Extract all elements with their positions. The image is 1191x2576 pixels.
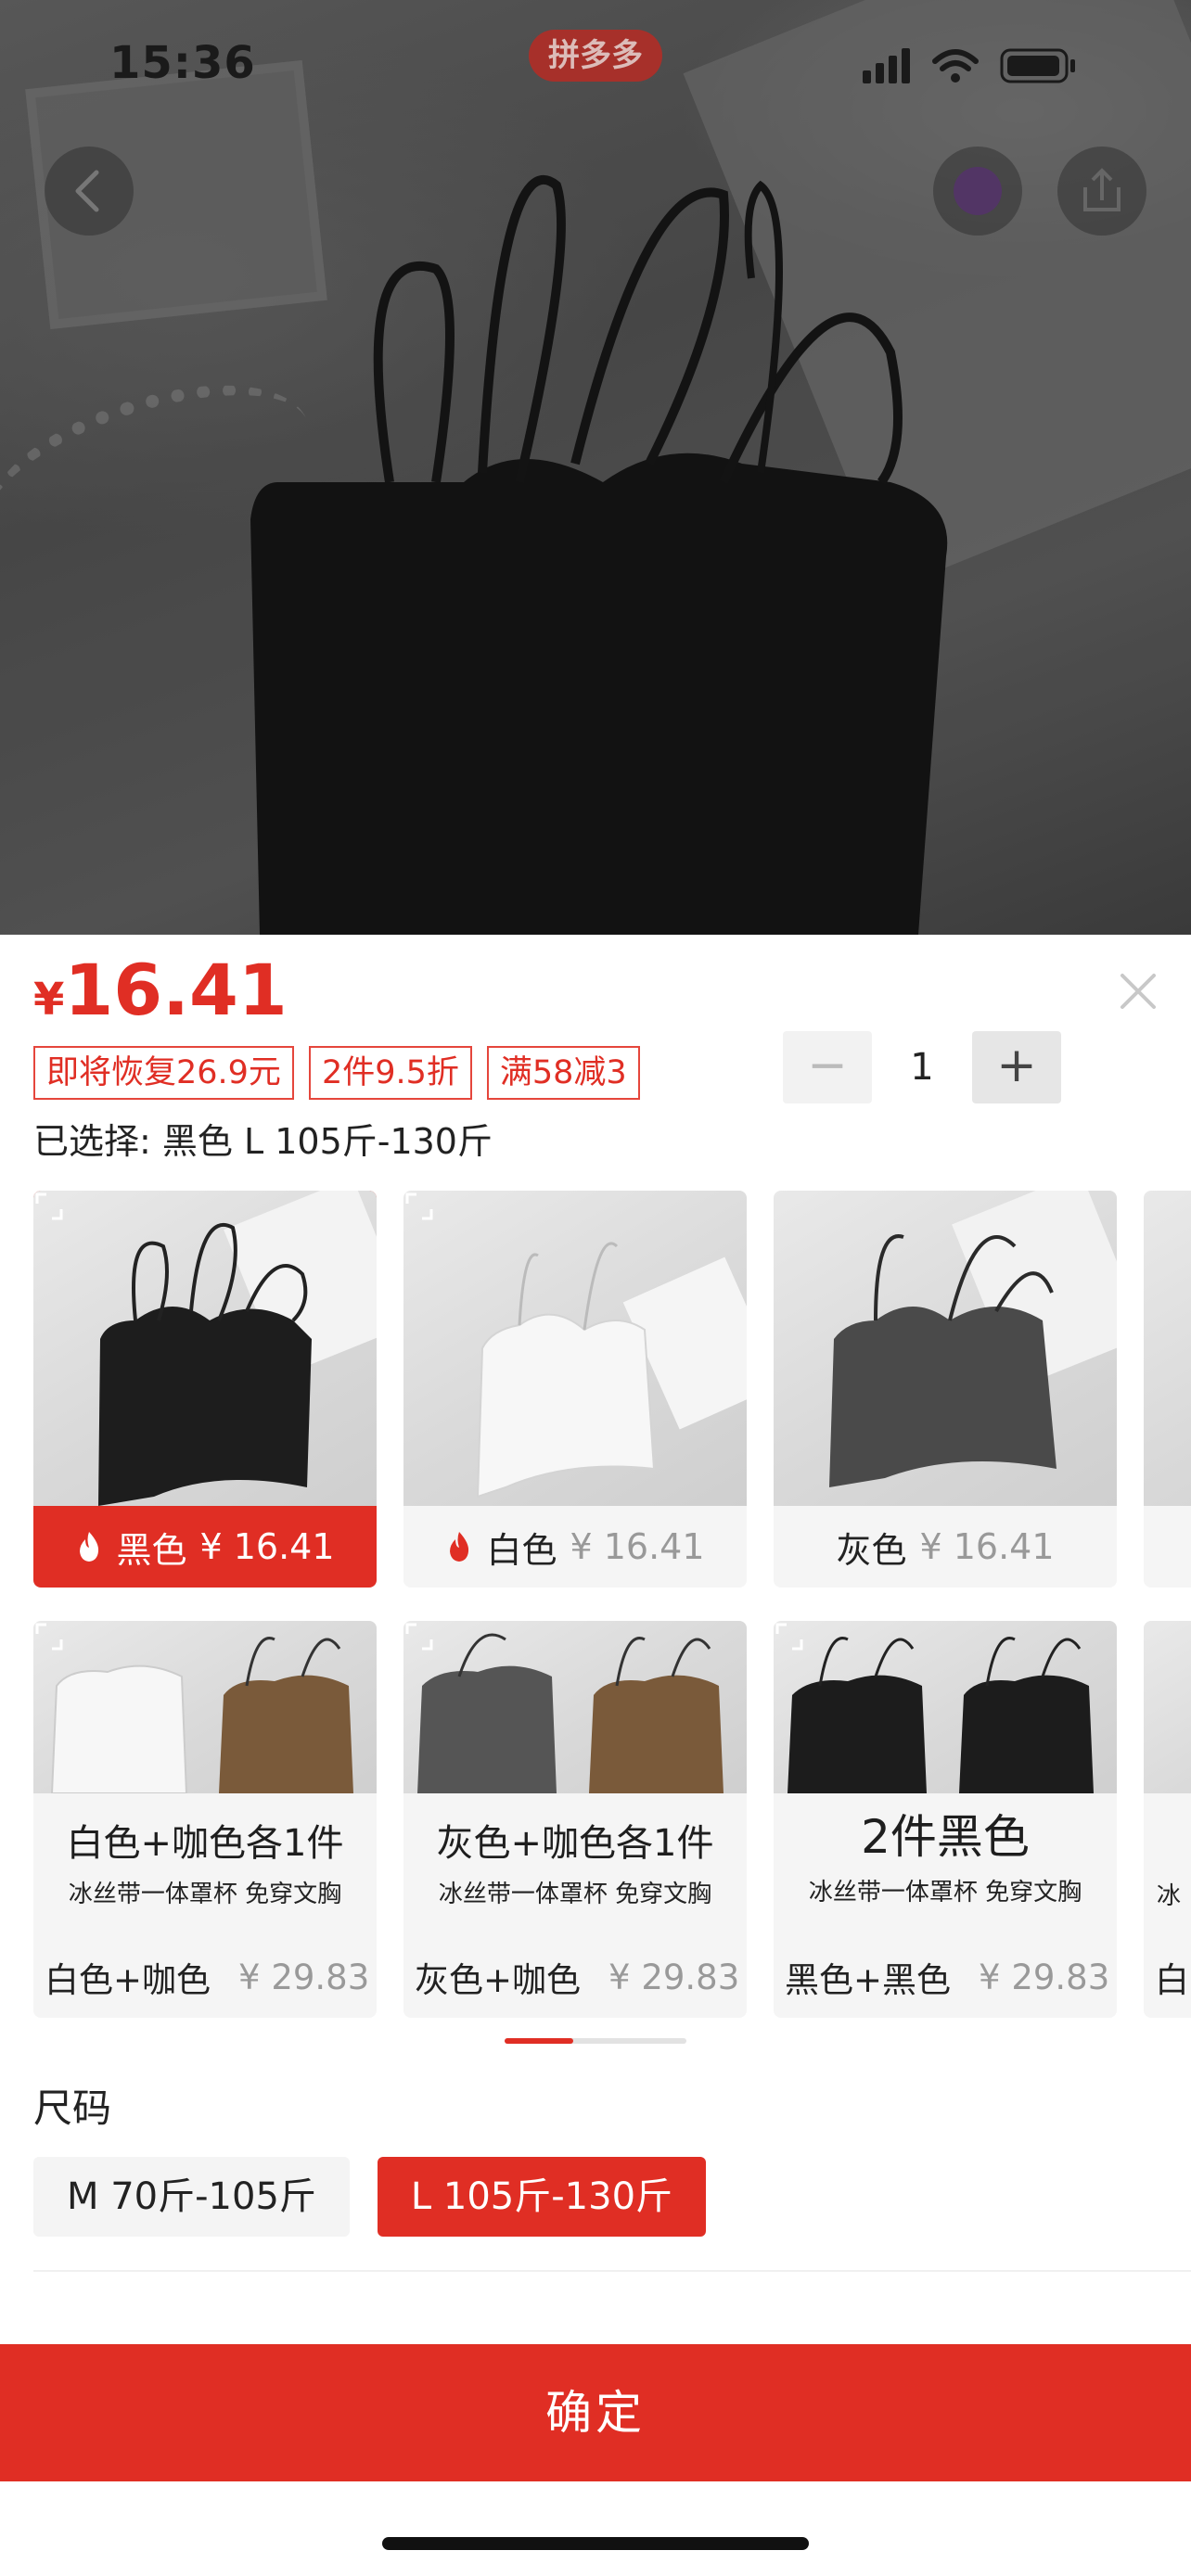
option-price: ¥ 16.41 bbox=[919, 1526, 1055, 1567]
price-display: ¥16.41 bbox=[33, 955, 288, 1026]
option-name: 白色+咖色 bbox=[45, 1960, 211, 2000]
expand-icon[interactable] bbox=[33, 1191, 65, 1222]
bundle-option-peek[interactable]: 冰 白 bbox=[1144, 1621, 1191, 2018]
option-name: 灰色 bbox=[836, 1529, 907, 1571]
share-button[interactable] bbox=[1057, 147, 1146, 236]
option-name: 黑色 bbox=[116, 1529, 187, 1571]
option-name: 灰色+咖色 bbox=[415, 1960, 582, 2000]
bundle-promo: 灰色+咖色各1件 冰丝带一体罩杯 免穿文胸 bbox=[403, 1797, 747, 1909]
bundle-option-black-black[interactable]: 2件黑色 冰丝带一体罩杯 免穿文胸 黑色+黑色 ¥ 29.83 bbox=[774, 1621, 1117, 2018]
quantity-increase-button[interactable]: + bbox=[972, 1031, 1061, 1103]
option-label: 白色+咖色 ¥ 29.83 bbox=[33, 1936, 377, 2018]
color-option-black[interactable]: 黑色 ¥ 16.41 bbox=[33, 1191, 377, 1588]
battery-icon bbox=[1000, 48, 1075, 83]
quantity-decrease-button[interactable]: − bbox=[783, 1031, 872, 1103]
option-price: ¥ 29.83 bbox=[979, 1957, 1110, 1997]
color-option-gray[interactable]: 灰色 ¥ 16.41 bbox=[774, 1191, 1117, 1588]
favorite-button[interactable] bbox=[933, 147, 1022, 236]
sku-bottom-sheet: ¥16.41 即将恢复26.9元 2件9.5折 满58减3 − 1 + 已选择:… bbox=[0, 935, 1191, 2576]
status-time: 15:36 bbox=[109, 37, 256, 89]
color-option-white[interactable]: 白色 ¥ 16.41 bbox=[403, 1191, 747, 1588]
option-name: 黑色+黑色 bbox=[785, 1960, 952, 2000]
option-price: ¥ 29.83 bbox=[238, 1957, 370, 1997]
bundle-headline: 白色+咖色各1件 bbox=[66, 1822, 344, 1865]
option-label: 黑色 ¥ 16.41 bbox=[33, 1506, 377, 1588]
confirm-button[interactable]: 确定 bbox=[0, 2344, 1191, 2481]
option-thumbnail bbox=[774, 1191, 1117, 1506]
heart-icon bbox=[954, 167, 1002, 215]
promo-tags: 即将恢复26.9元 2件9.5折 满58减3 bbox=[33, 1046, 640, 1100]
option-price: ¥ 16.41 bbox=[199, 1526, 335, 1567]
option-label: 白色 ¥ 16.41 bbox=[403, 1506, 747, 1588]
selected-summary: 已选择: 黑色 L 105斤-130斤 bbox=[33, 1121, 493, 1162]
expand-icon[interactable] bbox=[774, 1621, 805, 1652]
option-price: ¥ 29.83 bbox=[608, 1957, 740, 1997]
option-thumbnail bbox=[774, 1621, 1117, 1793]
close-icon[interactable] bbox=[1113, 966, 1163, 1016]
bundle-option-white-brown[interactable]: 白色+咖色各1件 冰丝带一体罩杯 免穿文胸 白色+咖色 ¥ 29.83 bbox=[33, 1621, 377, 2018]
chevron-left-icon bbox=[75, 170, 99, 212]
signal-icon bbox=[863, 48, 910, 83]
bundle-subtitle: 冰 bbox=[1157, 1882, 1182, 1910]
flame-icon bbox=[450, 1532, 469, 1562]
option-label bbox=[1144, 1506, 1191, 1588]
bundle-headline: 2件黑色 bbox=[861, 1810, 1030, 1864]
promo-tag-restore-price: 即将恢复26.9元 bbox=[33, 1046, 294, 1100]
expand-icon[interactable] bbox=[33, 1621, 65, 1652]
option-thumbnail bbox=[403, 1621, 747, 1793]
expand-icon[interactable] bbox=[403, 1621, 435, 1652]
app-badge: 拼多多 bbox=[529, 30, 662, 82]
status-bar: 15:36 拼多多 bbox=[0, 0, 1191, 130]
wifi-icon bbox=[932, 49, 979, 71]
size-option-m[interactable]: M 70斤-105斤 bbox=[33, 2157, 350, 2237]
divider bbox=[33, 2270, 1191, 2272]
sku-selector-screen: 15:36 拼多多 ¥16.41 即将恢复26.9元 2件9.5折 满58减3 … bbox=[0, 0, 1191, 2576]
options-scroll-indicator bbox=[505, 2038, 686, 2044]
option-label: 黑色+黑色 ¥ 29.83 bbox=[774, 1936, 1117, 2018]
price-currency: ¥ bbox=[33, 974, 65, 1026]
option-thumbnail bbox=[1144, 1191, 1191, 1506]
option-label: 灰色 ¥ 16.41 bbox=[774, 1506, 1117, 1588]
option-thumbnail bbox=[1144, 1621, 1191, 1793]
color-option-peek[interactable] bbox=[1144, 1191, 1191, 1588]
bundle-subtitle: 冰丝带一体罩杯 免穿文胸 bbox=[808, 1879, 1082, 1906]
bundle-headline: 灰色+咖色各1件 bbox=[436, 1822, 714, 1865]
bundle-promo: 2件黑色 冰丝带一体罩杯 免穿文胸 bbox=[774, 1797, 1117, 1907]
share-icon bbox=[1083, 168, 1121, 211]
dim-overlay bbox=[0, 0, 1191, 935]
color-options-grid[interactable]: 黑色 ¥ 16.41 白色 ¥ 16.41 灰色 ¥ 16.41 白色+咖色各1… bbox=[0, 1191, 1191, 2020]
bundle-subtitle: 冰丝带一体罩杯 免穿文胸 bbox=[68, 1881, 342, 1908]
option-thumbnail bbox=[403, 1191, 747, 1506]
option-name: 白 bbox=[1155, 1960, 1189, 2000]
bundle-promo: 白色+咖色各1件 冰丝带一体罩杯 免穿文胸 bbox=[33, 1797, 377, 1909]
bundle-subtitle: 冰丝带一体罩杯 免穿文胸 bbox=[438, 1881, 712, 1908]
promo-tag-discount: 2件9.5折 bbox=[308, 1046, 472, 1100]
quantity-value[interactable]: 1 bbox=[872, 1031, 972, 1103]
bundle-option-gray-brown[interactable]: 灰色+咖色各1件 冰丝带一体罩杯 免穿文胸 灰色+咖色 ¥ 29.83 bbox=[403, 1621, 747, 2018]
product-photo-backdrop[interactable] bbox=[0, 0, 1191, 935]
option-price: ¥ 16.41 bbox=[570, 1526, 705, 1567]
option-label: 白 bbox=[1144, 1936, 1191, 2018]
size-options: M 70斤-105斤 L 105斤-130斤 bbox=[33, 2157, 707, 2237]
expand-icon[interactable] bbox=[403, 1191, 435, 1222]
home-indicator bbox=[382, 2537, 809, 2550]
size-option-l[interactable]: L 105斤-130斤 bbox=[377, 2157, 707, 2237]
flame-icon bbox=[80, 1532, 99, 1562]
back-button[interactable] bbox=[45, 147, 134, 236]
price-value: 16.41 bbox=[64, 949, 288, 1031]
quantity-stepper: − 1 + bbox=[783, 1031, 1061, 1103]
bundle-promo: 冰 bbox=[1144, 1797, 1191, 1911]
option-thumbnail bbox=[33, 1191, 377, 1506]
scroll-thumb bbox=[505, 2038, 573, 2044]
status-icons bbox=[863, 48, 1075, 83]
option-thumbnail bbox=[33, 1621, 377, 1793]
option-label: 灰色+咖色 ¥ 29.83 bbox=[403, 1936, 747, 2018]
promo-tag-coupon: 满58减3 bbox=[486, 1046, 640, 1100]
option-name: 白色 bbox=[486, 1529, 557, 1571]
size-section-title: 尺码 bbox=[33, 2085, 112, 2131]
